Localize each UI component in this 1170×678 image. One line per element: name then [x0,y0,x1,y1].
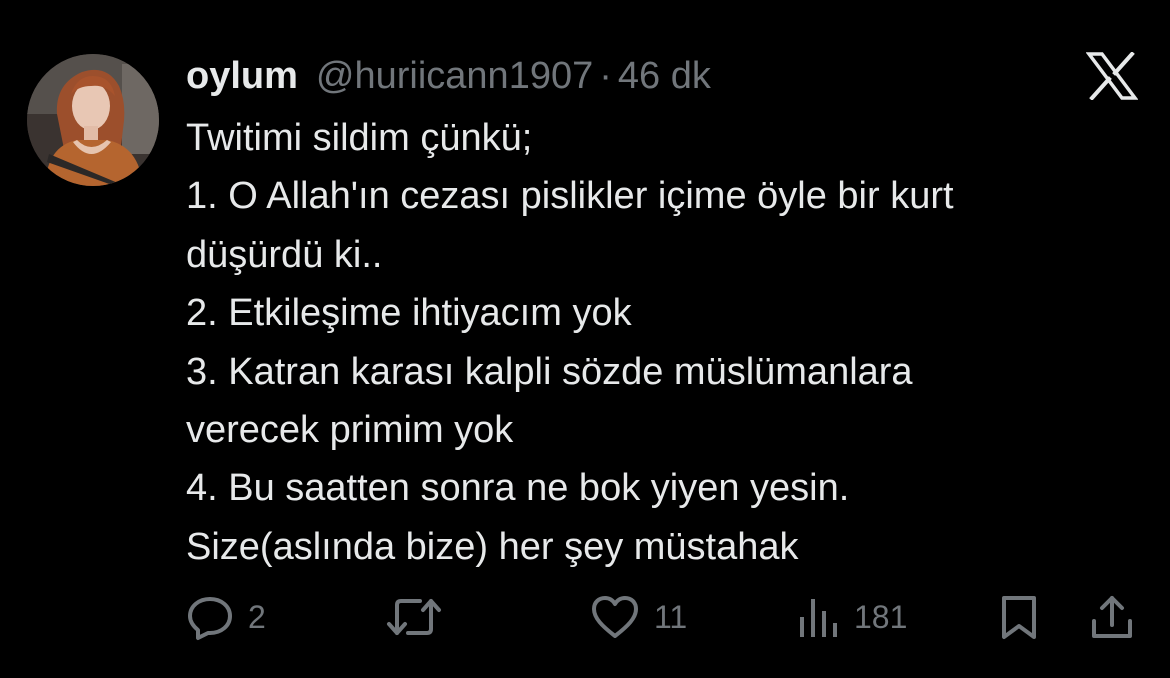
tweet[interactable]: oylum @huriicann1907 · 46 dk Twitimi sil… [0,0,1170,678]
separator-dot: · [599,55,612,97]
tweet-text-line: Size(aslında bize) her şey müstahak [186,525,799,568]
tweet-text-line: 4. Bu saatten sonra ne bok yiyen yesin. [186,467,850,510]
reply-icon [186,593,234,641]
share-button[interactable] [1088,592,1136,642]
avatar[interactable] [27,54,159,186]
retweet-button[interactable] [386,592,456,642]
like-count: 11 [654,598,688,635]
tweet-text-line: 1. O Allah'ın cezası pislikler içime öyl… [186,175,954,218]
user-handle[interactable]: @huriicann1907 [316,52,593,100]
reply-count: 2 [248,598,266,635]
tweet-text-line: düşürdü ki.. [186,233,383,276]
bookmark-icon [995,593,1043,641]
tweet-text-line: 3. Katran karası kalpli sözde müslümanla… [186,350,913,393]
tweet-header: oylum @huriicann1907 · 46 dk [186,52,711,100]
tweet-text-line: verecek primim yok [186,409,514,452]
tweet-text-line: 2. Etkileşime ihtiyacım yok [186,292,632,335]
bookmark-button[interactable] [995,592,1043,642]
tweet-text: Twitimi sildim çünkü; 1. O Allah'ın ceza… [186,109,1146,576]
views-button[interactable]: 181 [796,592,907,642]
views-icon [796,593,840,641]
retweet-icon [386,593,442,641]
action-bar: 2 11 181 [0,592,1170,642]
tweet-text-line: Twitimi sildim çünkü; [186,117,533,159]
x-logo-icon [1085,51,1139,101]
display-name[interactable]: oylum [186,52,298,100]
heart-icon [590,593,640,641]
reply-button[interactable]: 2 [186,592,266,642]
share-icon [1088,593,1136,641]
views-count: 181 [854,598,908,635]
like-button[interactable]: 11 [590,592,687,642]
timestamp[interactable]: 46 dk [618,52,711,100]
